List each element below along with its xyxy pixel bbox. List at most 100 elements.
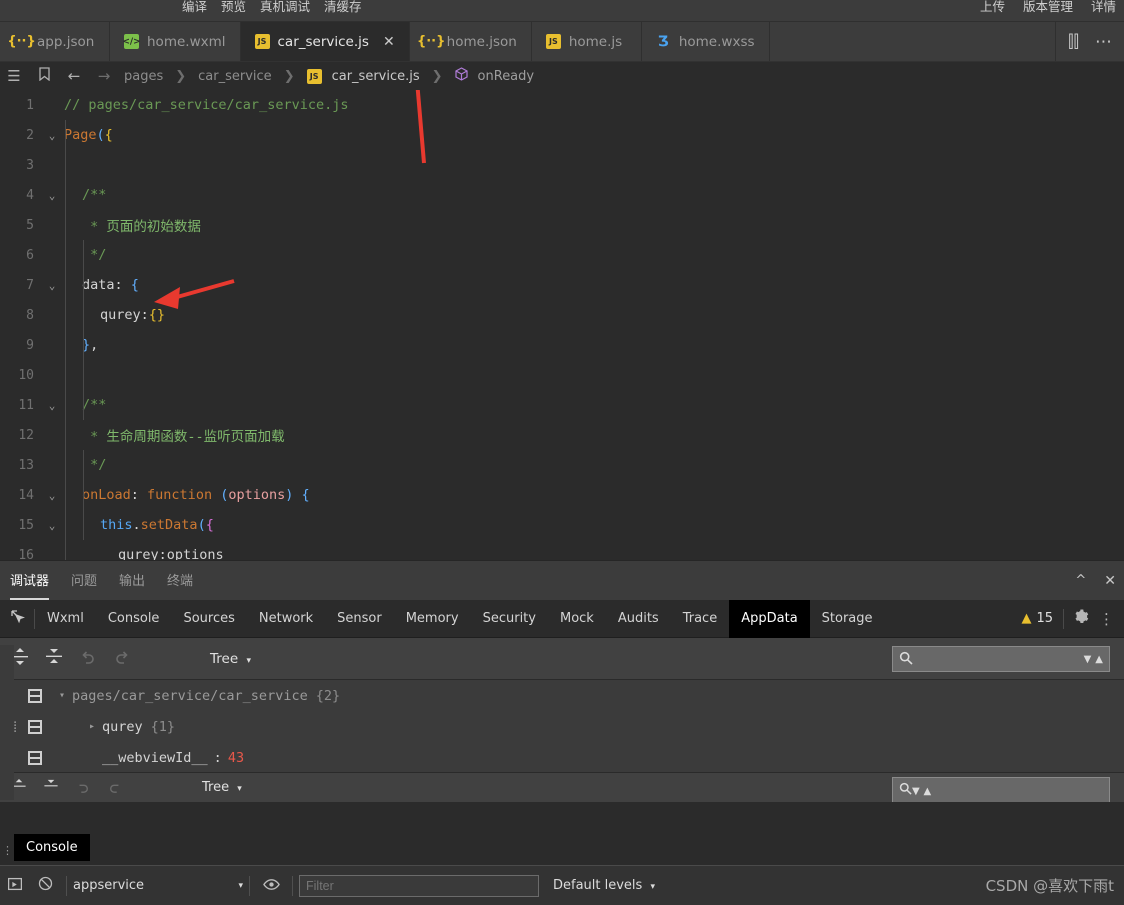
tree-row[interactable]: __webviewId__ : 43: [0, 742, 1124, 773]
menu-clear-cache[interactable]: 清缓存: [324, 0, 362, 14]
devtools-tab-sources[interactable]: Sources: [171, 600, 246, 638]
code-line[interactable]: 8 qurey:{}: [0, 300, 1124, 330]
fold-chevron-icon[interactable]: ⌄: [40, 519, 64, 532]
redo-icon[interactable]: [108, 779, 122, 797]
devtools-tab-storage[interactable]: Storage: [810, 600, 885, 638]
inspect-element-icon[interactable]: [0, 609, 34, 628]
appdata-search-input[interactable]: [918, 652, 1048, 666]
nav-back-icon[interactable]: ←: [64, 67, 84, 85]
menu-version-control[interactable]: 版本管理: [1023, 0, 1073, 14]
live-expression-icon[interactable]: [256, 877, 286, 895]
redo-icon[interactable]: [114, 650, 130, 668]
devtools-tab-sensor[interactable]: Sensor: [325, 600, 394, 638]
code-line[interactable]: 13 */: [0, 450, 1124, 480]
devtools-tab-console[interactable]: Console: [96, 600, 172, 638]
editor-tab-home-js[interactable]: JS home.js: [532, 22, 642, 61]
code-line[interactable]: 9},: [0, 330, 1124, 360]
menu-compile[interactable]: 编译: [182, 0, 207, 14]
code-line[interactable]: 11 ⌄ /**: [0, 390, 1124, 420]
menu-preview[interactable]: 预览: [221, 0, 246, 14]
devtools-tab-security[interactable]: Security: [471, 600, 548, 638]
appdata-view-mode[interactable]: Tree ▾: [210, 651, 251, 667]
nav-forward-icon[interactable]: →: [94, 67, 114, 85]
console-context-select[interactable]: appservice ▾: [73, 878, 243, 893]
next-match-icon[interactable]: ▼: [912, 786, 920, 797]
prev-match-icon[interactable]: ▲: [924, 786, 932, 797]
chevron-right-icon[interactable]: ▸: [82, 721, 102, 732]
code-token: (: [96, 127, 105, 143]
editor-tab-home-wxss[interactable]: Ʒ home.wxss: [642, 22, 770, 61]
debugger-tab-problems[interactable]: 问题: [71, 570, 97, 591]
devtools-tab-audits[interactable]: Audits: [606, 600, 671, 638]
chevron-up-icon[interactable]: ^: [1075, 573, 1086, 588]
editor-tab-car-service-js[interactable]: JS car_service.js ✕: [240, 22, 410, 61]
tree-row[interactable]: ⣿ ▸ qurey {1}: [0, 711, 1124, 742]
breadcrumb-item-file[interactable]: car_service.js: [332, 69, 420, 84]
more-actions-icon[interactable]: ⋯: [1095, 32, 1112, 52]
fold-chevron-icon[interactable]: ⌄: [40, 489, 64, 502]
editor-tab-home-wxml[interactable]: </> home.wxml: [110, 22, 241, 61]
fold-chevron-icon[interactable]: ⌄: [40, 399, 64, 412]
undo-icon[interactable]: [76, 779, 90, 797]
devtools-tab-wxml[interactable]: Wxml: [35, 600, 96, 638]
devtools-tab-trace[interactable]: Trace: [671, 600, 730, 638]
lower-search-box[interactable]: ▼ ▲: [892, 777, 1110, 802]
chevron-down-icon[interactable]: ▾: [52, 690, 72, 701]
undo-icon[interactable]: [80, 650, 96, 668]
next-match-icon[interactable]: ▼: [1084, 654, 1092, 665]
code-line[interactable]: 2 ⌄ Page({: [0, 120, 1124, 150]
debugger-tab-debugger[interactable]: 调试器: [10, 570, 50, 600]
prev-match-icon[interactable]: ▲: [1095, 654, 1103, 665]
collapse-all-icon[interactable]: [44, 779, 58, 797]
code-line[interactable]: 5 * 页面的初始数据: [0, 210, 1124, 240]
appdata-search-box[interactable]: ▼ ▲: [892, 646, 1110, 672]
code-line[interactable]: 12 * 生命周期函数--监听页面加载: [0, 420, 1124, 450]
devtools-tab-network[interactable]: Network: [247, 600, 325, 638]
sidebar-toggle-icon[interactable]: [0, 877, 30, 895]
console-filter-input[interactable]: [299, 874, 539, 897]
code-line[interactable]: 1 // pages/car_service/car_service.js: [0, 90, 1124, 120]
editor-tab-home-json[interactable]: {··} home.json: [410, 22, 532, 61]
code-line[interactable]: 16 qurey:options: [0, 540, 1124, 560]
breadcrumb-item-onready[interactable]: onReady: [478, 69, 535, 84]
split-editor-icon[interactable]: ⫿⫿: [1068, 32, 1079, 52]
code-line[interactable]: 6 */: [0, 240, 1124, 270]
tree-row[interactable]: ▾ pages/car_service/car_service {2}: [0, 680, 1124, 711]
editor-tab-app-json[interactable]: {··} app.json: [0, 22, 110, 61]
fold-chevron-icon[interactable]: ⌄: [40, 129, 64, 142]
console-levels-select[interactable]: Default levels ▾: [553, 878, 655, 893]
code-line[interactable]: 3: [0, 150, 1124, 180]
expand-all-icon[interactable]: [12, 778, 26, 797]
devtools-tab-memory[interactable]: Memory: [394, 600, 471, 638]
code-line[interactable]: 10: [0, 360, 1124, 390]
fold-chevron-icon[interactable]: ⌄: [40, 279, 64, 292]
code-line[interactable]: 15 ⌄ this.setData({: [0, 510, 1124, 540]
code-line[interactable]: 4 ⌄ /**: [0, 180, 1124, 210]
appdata-tree[interactable]: ▾ pages/car_service/car_service {2} ⣿ ▸ …: [0, 680, 1124, 772]
clear-console-icon[interactable]: [30, 876, 60, 895]
debugger-tab-output[interactable]: 输出: [119, 570, 145, 591]
hamburger-menu-icon[interactable]: ☰: [4, 67, 24, 85]
expand-all-icon[interactable]: [12, 648, 28, 669]
console-drawer-tab[interactable]: Console: [14, 834, 90, 861]
menu-details[interactable]: 详情: [1091, 0, 1116, 14]
menu-upload[interactable]: 上传: [980, 0, 1005, 14]
breadcrumb-item-pages[interactable]: pages: [124, 69, 163, 84]
warning-count-badge[interactable]: ▲ 15: [1021, 611, 1053, 626]
devtools-tab-appdata[interactable]: AppData: [729, 599, 810, 638]
bookmark-icon[interactable]: [34, 67, 54, 85]
gear-icon[interactable]: [1074, 609, 1089, 628]
breadcrumb-item-car-service[interactable]: car_service: [198, 69, 272, 84]
devtools-tab-mock[interactable]: Mock: [548, 600, 606, 638]
debugger-tab-terminal[interactable]: 终端: [167, 570, 193, 591]
close-icon[interactable]: ✕: [1104, 573, 1116, 589]
close-icon[interactable]: ✕: [383, 34, 395, 50]
menu-real-device-debug[interactable]: 真机调试: [260, 0, 310, 14]
lower-view-mode[interactable]: Tree ▾: [202, 780, 242, 795]
kebab-menu-icon[interactable]: ⋮: [1099, 611, 1114, 626]
collapse-all-icon[interactable]: [46, 648, 62, 669]
code-line[interactable]: 14 ⌄ onLoad: function (options) {: [0, 480, 1124, 510]
code-line[interactable]: 7 ⌄ data: {: [0, 270, 1124, 300]
code-editor[interactable]: 1// pages/car_service/car_service.js 2 ⌄ Pa…: [0, 90, 1124, 560]
fold-chevron-icon[interactable]: ⌄: [40, 189, 64, 202]
